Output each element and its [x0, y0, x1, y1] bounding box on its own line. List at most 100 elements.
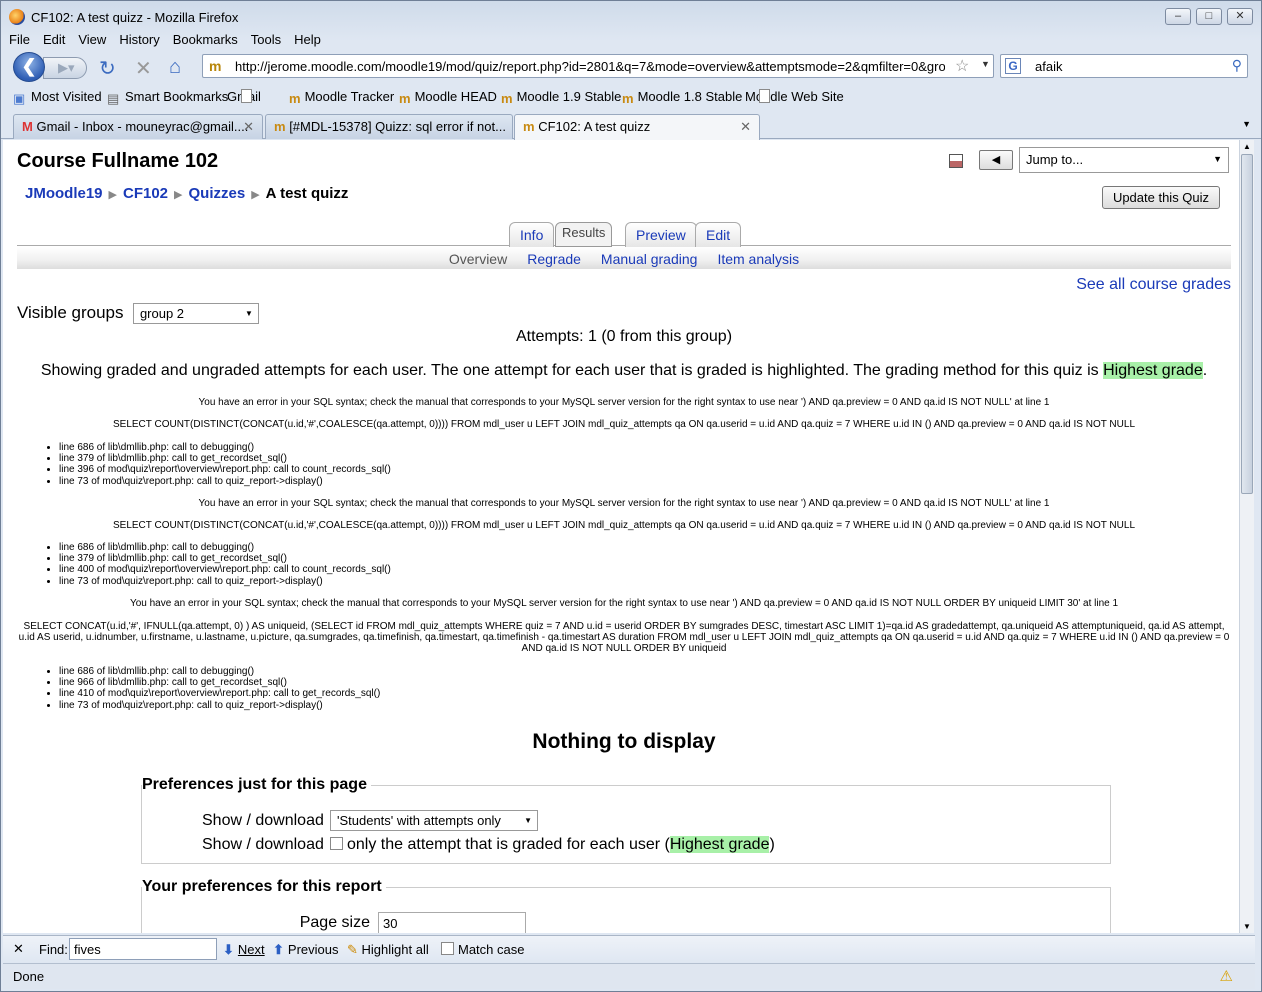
trace-line: line 686 of lib\dmllib.php: call to debu…: [59, 442, 391, 453]
grading-method: Highest grade: [1103, 362, 1203, 379]
subtab-manual-grading[interactable]: Manual grading: [601, 251, 698, 267]
stack-trace: line 686 of lib\dmllib.php: call to debu…: [59, 442, 391, 487]
subtab-overview[interactable]: Overview: [449, 251, 507, 267]
scroll-down-icon[interactable]: ▼: [1243, 922, 1251, 931]
moodle-icon: m: [289, 91, 301, 106]
bookmark-gmail[interactable]: Gmail: [227, 89, 261, 104]
tab-info[interactable]: Info: [509, 222, 555, 247]
page-preferences-fieldset: Preferences just for this page Show / do…: [141, 776, 1111, 864]
course-title: Course Fullname 102: [17, 150, 219, 172]
report-preferences-fieldset: Your preferences for this report Page si…: [141, 878, 1111, 933]
minimize-button[interactable]: –: [1165, 8, 1191, 25]
menu-tools[interactable]: Tools: [246, 30, 286, 49]
menu-view[interactable]: View: [73, 30, 111, 49]
sql-query: SELECT COUNT(DISTINCT(CONCAT(u.id,'#',CO…: [112, 419, 1136, 430]
close-tab-icon[interactable]: ✕: [243, 119, 254, 135]
trace-line: line 686 of lib\dmllib.php: call to debu…: [59, 542, 391, 553]
most-visited-icon: ▣: [13, 91, 26, 106]
breadcrumb-jmoodle19[interactable]: JMoodle19: [25, 185, 103, 202]
group-select[interactable]: group 2 ▼: [132, 303, 259, 325]
quiz-tabs: Info Results Preview Edit: [17, 222, 1231, 247]
url-dropdown-icon[interactable]: ▼: [981, 59, 990, 69]
update-quiz-button[interactable]: Update this Quiz: [1102, 186, 1220, 209]
jump-to-select[interactable]: Jump to... ▼: [1019, 147, 1229, 173]
breadcrumb: JMoodle19 ▶ CF102 ▶ Quizzes ▶ A test quizz: [25, 185, 349, 202]
bookmarks-toolbar: ▣Most Visited ▤Smart Bookmarks Gmail mMo…: [1, 86, 1261, 108]
menu-help[interactable]: Help: [289, 30, 326, 49]
tab-list-icon[interactable]: ▼: [1242, 119, 1251, 129]
trace-line: line 379 of lib\dmllib.php: call to get_…: [59, 453, 391, 464]
url-bar[interactable]: m ☆ ▼: [202, 54, 994, 78]
site-favicon: m: [209, 58, 222, 74]
subtab-regrade[interactable]: Regrade: [527, 251, 581, 267]
tab-preview[interactable]: Preview: [625, 222, 697, 247]
close-find-icon[interactable]: ✕: [13, 941, 24, 957]
previous-activity-button[interactable]: ◀: [979, 150, 1013, 170]
stack-trace: line 686 of lib\dmllib.php: call to debu…: [59, 666, 380, 711]
subtab-item-analysis[interactable]: Item analysis: [717, 251, 799, 267]
search-icon[interactable]: ⚲: [1232, 57, 1242, 74]
grading-info: Showing graded and ungraded attempts for…: [40, 362, 1208, 379]
find-input[interactable]: fives: [69, 938, 217, 960]
highlighter-icon: ✎: [347, 942, 358, 957]
match-case-toggle[interactable]: Match case: [441, 942, 524, 957]
bookmark-moodle-head[interactable]: m Moodle HEAD: [399, 89, 497, 106]
close-tab-icon[interactable]: ✕: [740, 119, 751, 135]
tab-edit[interactable]: Edit: [695, 222, 742, 247]
report-icon[interactable]: [949, 154, 963, 168]
bookmark-moodle-web-site[interactable]: Moodle Web Site: [745, 89, 844, 104]
close-window-button[interactable]: ✕: [1227, 8, 1253, 25]
moodle-icon: m: [399, 91, 411, 106]
bookmark-moodle-tracker[interactable]: m Moodle Tracker: [289, 89, 394, 106]
only-graded-checkbox[interactable]: [330, 837, 343, 850]
tab-results[interactable]: Results: [555, 222, 613, 247]
maximize-button[interactable]: □: [1196, 8, 1222, 25]
url-input[interactable]: [235, 57, 945, 75]
tab-gmail[interactable]: M Gmail - Inbox - mouneyrac@gmail.... ✕: [13, 114, 263, 139]
sql-query: SELECT CONCAT(u.id,'#', IFNULL(qa.attemp…: [18, 621, 1230, 654]
menu-bar: File Edit View History Bookmarks Tools Help: [1, 30, 1261, 50]
scroll-up-icon[interactable]: ▲: [1243, 142, 1251, 151]
find-next-button[interactable]: ⬇ Next: [223, 942, 265, 958]
status-text: Done: [13, 969, 45, 984]
nothing-to-display: Nothing to display: [532, 730, 716, 753]
scrollbar-thumb[interactable]: [1241, 154, 1253, 494]
see-all-grades-link[interactable]: See all course grades: [1076, 276, 1231, 294]
home-icon[interactable]: ⌂: [169, 56, 181, 79]
bookmark-moodle-19[interactable]: m Moodle 1.9 Stable: [501, 89, 621, 106]
window-title: CF102: A test quizz - Mozilla Firefox: [31, 10, 239, 25]
report-preferences-legend: Your preferences for this report: [142, 878, 386, 896]
bookmark-moodle-18[interactable]: m Moodle 1.8 Stable: [622, 89, 742, 106]
tab-tracker[interactable]: m [#MDL-15378] Quizz: sql error if not..…: [265, 114, 513, 139]
vertical-scrollbar[interactable]: ▲ ▼: [1239, 140, 1254, 933]
breadcrumb-quizzes[interactable]: Quizzes: [189, 185, 246, 202]
highlight-all-button[interactable]: ✎ Highlight all: [347, 942, 429, 958]
page-size-input[interactable]: 30: [378, 912, 526, 933]
reload-icon[interactable]: ↻: [99, 56, 116, 81]
breadcrumb-cf102[interactable]: CF102: [123, 185, 168, 202]
bookmark-most-visited[interactable]: ▣ Most Visited: [13, 89, 102, 106]
menu-history[interactable]: History: [114, 30, 164, 49]
search-input[interactable]: [1035, 57, 1215, 75]
trace-line: line 379 of lib\dmllib.php: call to get_…: [59, 553, 391, 564]
moodle-icon: m: [622, 91, 634, 106]
breadcrumb-current: A test quizz: [265, 185, 349, 202]
trace-line: line 400 of mod\quiz\report\overview\rep…: [59, 564, 391, 575]
show-download-select[interactable]: 'Students' with attempts only ▼: [330, 810, 538, 831]
google-icon[interactable]: G: [1005, 58, 1021, 74]
bookmark-star-icon[interactable]: ☆: [955, 56, 969, 76]
menu-edit[interactable]: Edit: [38, 30, 70, 49]
forward-button[interactable]: ▶▾: [43, 57, 87, 79]
search-bar[interactable]: G ⚲: [1000, 54, 1248, 78]
moodle-icon: m: [523, 119, 535, 134]
menu-bookmarks[interactable]: Bookmarks: [168, 30, 243, 49]
menu-file[interactable]: File: [4, 30, 35, 49]
find-previous-button[interactable]: ⬆ Previous: [273, 942, 338, 958]
bookmark-smart-bookmarks[interactable]: ▤ Smart Bookmarks: [107, 89, 228, 106]
back-button[interactable]: ❮: [13, 52, 45, 82]
visible-groups: Visible groups group 2 ▼: [17, 303, 259, 325]
stop-icon[interactable]: ✕: [135, 56, 152, 81]
warning-icon[interactable]: ⚠: [1220, 967, 1233, 985]
trace-line: line 73 of mod\quiz\report.php: call to …: [59, 700, 380, 711]
tab-quiz[interactable]: m CF102: A test quizz ✕: [514, 114, 760, 140]
